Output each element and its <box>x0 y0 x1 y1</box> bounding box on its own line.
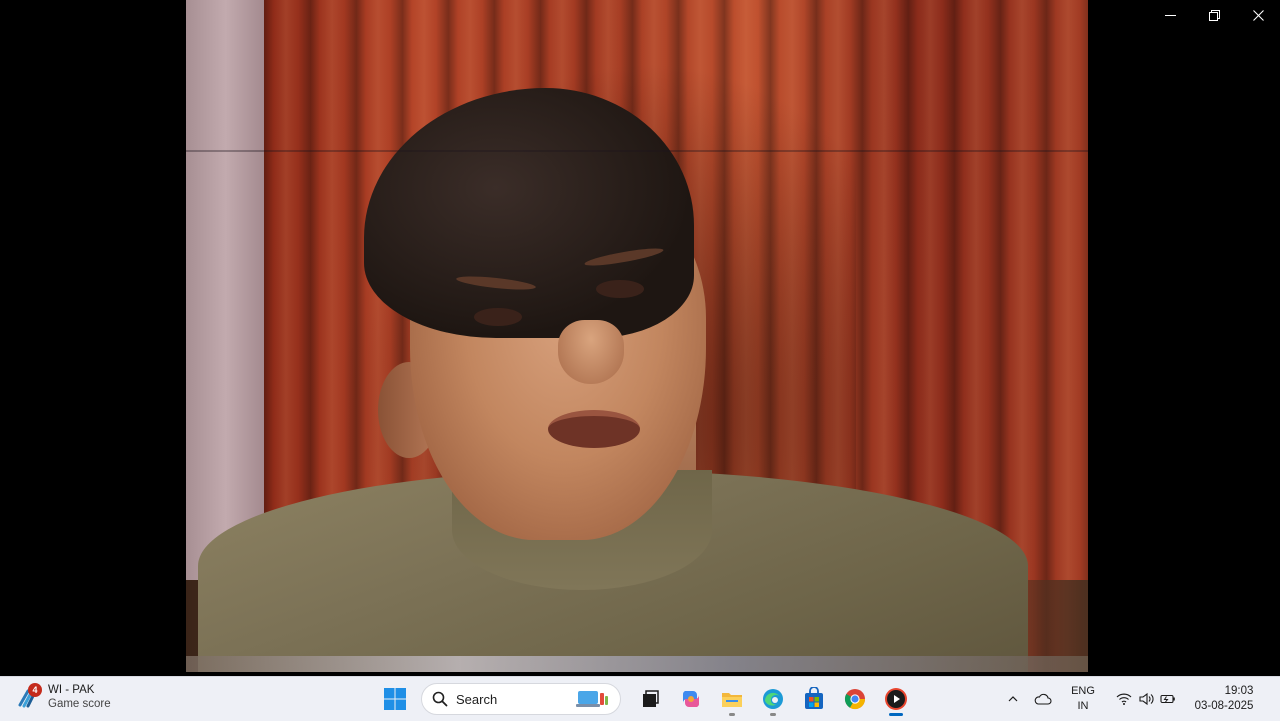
eye-left <box>474 308 522 326</box>
scan-line <box>186 150 1088 152</box>
language-code: ENG <box>1071 685 1095 697</box>
start-button[interactable] <box>377 681 413 717</box>
edge-icon <box>762 689 783 709</box>
wifi-icon <box>1116 693 1132 705</box>
search-icon <box>432 691 448 707</box>
copilot-button[interactable] <box>673 681 709 717</box>
video-glitch <box>186 656 1088 672</box>
minimize-icon <box>1164 14 1176 16</box>
weather-widget[interactable]: 4 WI - PAK Game score <box>16 683 111 711</box>
show-hidden-icons-button[interactable] <box>998 677 1028 721</box>
notification-badge: 4 <box>28 683 42 697</box>
windows-start-icon <box>383 688 406 710</box>
file-explorer-button[interactable] <box>714 681 750 717</box>
battery-icon <box>1160 694 1175 704</box>
edge-button[interactable] <box>755 681 791 717</box>
folder-icon <box>721 693 742 707</box>
mouth <box>548 410 640 448</box>
date-text: 03-08-2025 <box>1194 700 1254 712</box>
video-frame[interactable] <box>186 0 1088 672</box>
region-code: IN <box>1077 700 1089 712</box>
cricket-icon: 4 <box>16 683 42 709</box>
copilot-icon <box>682 691 699 707</box>
widget-title: WI - PAK <box>48 684 95 696</box>
taskbar-center: Search <box>374 681 916 717</box>
taskbar: 4 WI - PAK Game score Search ENG IN 19:0… <box>0 676 1280 721</box>
restore-button[interactable] <box>1192 0 1236 30</box>
store-icon <box>804 687 823 709</box>
chrome-icon <box>844 689 865 710</box>
chrome-button[interactable] <box>837 681 873 717</box>
system-tray: ENG IN 19:03 03-08-2025 <box>998 677 1280 721</box>
close-button[interactable] <box>1236 0 1280 30</box>
language-indicator[interactable]: ENG IN <box>1058 677 1108 721</box>
clock[interactable]: 19:03 03-08-2025 <box>1184 677 1280 721</box>
minimize-button[interactable] <box>1148 0 1192 30</box>
task-view-icon <box>642 690 659 707</box>
onedrive-button[interactable] <box>1028 677 1058 721</box>
window-controls <box>1148 0 1280 30</box>
task-view-button[interactable] <box>632 681 668 717</box>
media-player-window[interactable] <box>0 0 1280 676</box>
close-icon <box>1252 9 1264 21</box>
search-placeholder: Search <box>456 691 498 707</box>
nose <box>558 320 624 384</box>
widget-subtitle: Game score <box>48 698 111 710</box>
chevron-up-icon <box>1008 696 1018 702</box>
cloud-icon <box>1034 693 1052 705</box>
taskbar-search[interactable]: Search <box>421 683 621 715</box>
volume-icon <box>1139 692 1154 706</box>
media-player-icon <box>884 688 907 710</box>
quick-settings-button[interactable] <box>1108 677 1184 721</box>
running-indicator <box>769 713 776 716</box>
restore-icon <box>1208 9 1220 21</box>
running-indicator <box>728 713 735 716</box>
search-highlight-icon <box>576 691 608 707</box>
eye-right <box>596 280 644 298</box>
store-button[interactable] <box>796 681 832 717</box>
media-player-button[interactable] <box>878 681 914 717</box>
active-indicator <box>888 713 903 716</box>
time-text: 19:03 <box>1224 685 1254 697</box>
